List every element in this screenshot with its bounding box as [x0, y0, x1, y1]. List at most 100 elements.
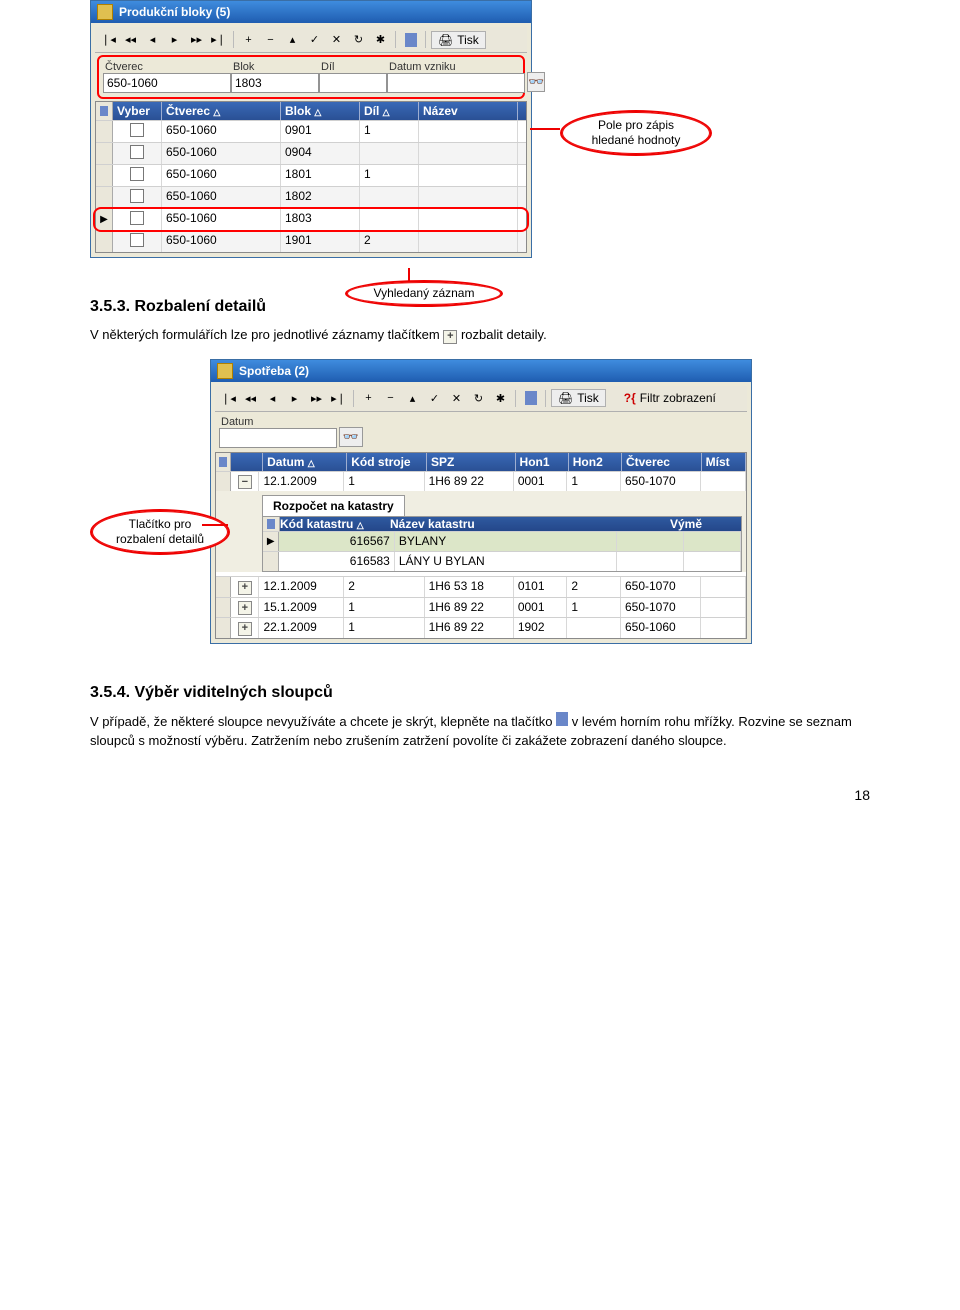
table-row[interactable]: 650-106009011	[96, 120, 526, 142]
col-header[interactable]: SPZ	[427, 453, 516, 471]
star-icon[interactable]: ✱	[491, 389, 510, 408]
select-cell[interactable]	[113, 121, 162, 142]
table-row[interactable]: −12.1.200911H6 89 2200011650-1070	[216, 471, 746, 492]
print-button[interactable]: 🖨 Tisk	[551, 389, 606, 407]
table-row[interactable]: +12.1.200921H6 53 1801012650-1070	[216, 576, 746, 597]
star-icon[interactable]: ✱	[371, 30, 390, 49]
plus-icon[interactable]: +	[238, 581, 252, 595]
col-header[interactable]: Čtverec	[622, 453, 702, 471]
cancel-icon[interactable]: ✕	[447, 389, 466, 408]
ok-icon[interactable]: ✓	[425, 389, 444, 408]
label: Blok	[231, 61, 319, 73]
checkbox[interactable]	[130, 211, 144, 225]
cell	[617, 552, 684, 571]
row-indicator-header[interactable]	[216, 453, 231, 471]
table-row[interactable]: 650-106019012	[96, 230, 526, 252]
cell: 650-1060	[162, 187, 281, 208]
table-row[interactable]: +22.1.200911H6 89 221902650-1060	[216, 617, 746, 638]
col-header[interactable]	[610, 517, 670, 531]
add-icon[interactable]: +	[239, 30, 258, 49]
col-header[interactable]: Název katastru	[390, 517, 610, 531]
col-header[interactable]: Hon2	[569, 453, 622, 471]
minus-icon[interactable]: −	[238, 475, 252, 489]
cell	[360, 209, 419, 230]
col-header[interactable]: Díl △	[360, 102, 419, 120]
col-header[interactable]: Kód stroje	[347, 453, 427, 471]
checkbox[interactable]	[130, 123, 144, 137]
nav-prev-icon[interactable]: ◂	[143, 30, 162, 49]
tab[interactable]: Rozpočet na katastry	[262, 495, 405, 516]
nav-nextpage-icon[interactable]: ▸▸	[187, 30, 206, 49]
table-row[interactable]: 616583LÁNY U BYLAN	[263, 551, 741, 571]
window-produkcni-bloky: Produkční bloky (5) ❘◂ ◂◂ ◂ ▸ ▸▸ ▸❘ + − …	[90, 0, 532, 258]
col-header[interactable]: Blok △	[281, 102, 360, 120]
grid: VyberČtverec △Blok △Díl △Název 650-10600…	[95, 101, 527, 253]
remove-icon[interactable]: −	[381, 389, 400, 408]
cancel-icon[interactable]: ✕	[327, 30, 346, 49]
plus-icon[interactable]: +	[238, 622, 252, 636]
plus-icon[interactable]: +	[238, 601, 252, 615]
nav-nextpage-icon[interactable]: ▸▸	[307, 389, 326, 408]
expand-cell[interactable]: +	[231, 618, 259, 638]
nav-last-icon[interactable]: ▸❘	[329, 389, 348, 408]
checkbox[interactable]	[130, 167, 144, 181]
search-input[interactable]	[319, 73, 387, 93]
refresh-icon[interactable]: ↻	[349, 30, 368, 49]
add-icon[interactable]: +	[359, 389, 378, 408]
edit-icon[interactable]: ▴	[283, 30, 302, 49]
select-cell[interactable]	[113, 165, 162, 186]
search-button[interactable]: 👓	[527, 72, 545, 92]
expand-cell[interactable]: +	[231, 577, 259, 597]
print-button[interactable]: 🖨 Tisk	[431, 31, 486, 49]
table-row[interactable]: ▶616567BYLANY	[263, 531, 741, 551]
nav-first-icon[interactable]: ❘◂	[219, 389, 238, 408]
col-header[interactable]: Název	[419, 102, 518, 120]
ok-icon[interactable]: ✓	[305, 30, 324, 49]
checkbox[interactable]	[130, 145, 144, 159]
nav-prevpage-icon[interactable]: ◂◂	[121, 30, 140, 49]
row-indicator-header[interactable]	[96, 102, 113, 120]
table-row[interactable]: 650-106018011	[96, 164, 526, 186]
col-header[interactable]: Vyber	[113, 102, 162, 120]
col-header[interactable]: Výmě	[670, 517, 720, 531]
cell: 0101	[514, 577, 568, 597]
table-row[interactable]: ▶650-10601803	[96, 208, 526, 230]
search-input[interactable]	[103, 73, 231, 93]
columns-icon[interactable]	[521, 389, 540, 408]
expand-cell[interactable]: +	[231, 598, 259, 618]
nav-prevpage-icon[interactable]: ◂◂	[241, 389, 260, 408]
search-button[interactable]: 👓	[339, 427, 363, 447]
checkbox[interactable]	[130, 189, 144, 203]
filter-button[interactable]: ?{ Filtr zobrazení	[624, 391, 716, 405]
col-header[interactable]: Míst	[702, 453, 746, 471]
search-input[interactable]	[387, 73, 525, 93]
row-indicator-header[interactable]	[263, 517, 280, 531]
table-row[interactable]: +15.1.200911H6 89 2200011650-1070	[216, 597, 746, 618]
select-cell[interactable]	[113, 187, 162, 208]
table-row[interactable]: 650-10600904	[96, 142, 526, 164]
col-header[interactable]: Datum △	[263, 453, 347, 471]
select-cell[interactable]	[113, 143, 162, 164]
col-header[interactable]	[231, 453, 263, 471]
select-cell[interactable]	[113, 209, 162, 230]
expand-cell[interactable]: −	[231, 472, 259, 492]
nav-first-icon[interactable]: ❘◂	[99, 30, 118, 49]
select-cell[interactable]	[113, 231, 162, 252]
search-col-datum: Datum	[219, 416, 337, 448]
nav-last-icon[interactable]: ▸❘	[209, 30, 228, 49]
col-header[interactable]: Hon1	[516, 453, 569, 471]
remove-icon[interactable]: −	[261, 30, 280, 49]
search-input[interactable]	[231, 73, 319, 93]
col-header[interactable]: Kód katastru △	[280, 517, 390, 531]
table-row[interactable]: 650-10601802	[96, 186, 526, 208]
nav-prev-icon[interactable]: ◂	[263, 389, 282, 408]
col-header[interactable]: Čtverec △	[162, 102, 281, 120]
binoculars-icon: 👓	[343, 429, 359, 445]
search-input[interactable]	[219, 428, 337, 448]
columns-icon[interactable]	[401, 30, 420, 49]
edit-icon[interactable]: ▴	[403, 389, 422, 408]
checkbox[interactable]	[130, 233, 144, 247]
nav-next-icon[interactable]: ▸	[165, 30, 184, 49]
refresh-icon[interactable]: ↻	[469, 389, 488, 408]
nav-next-icon[interactable]: ▸	[285, 389, 304, 408]
